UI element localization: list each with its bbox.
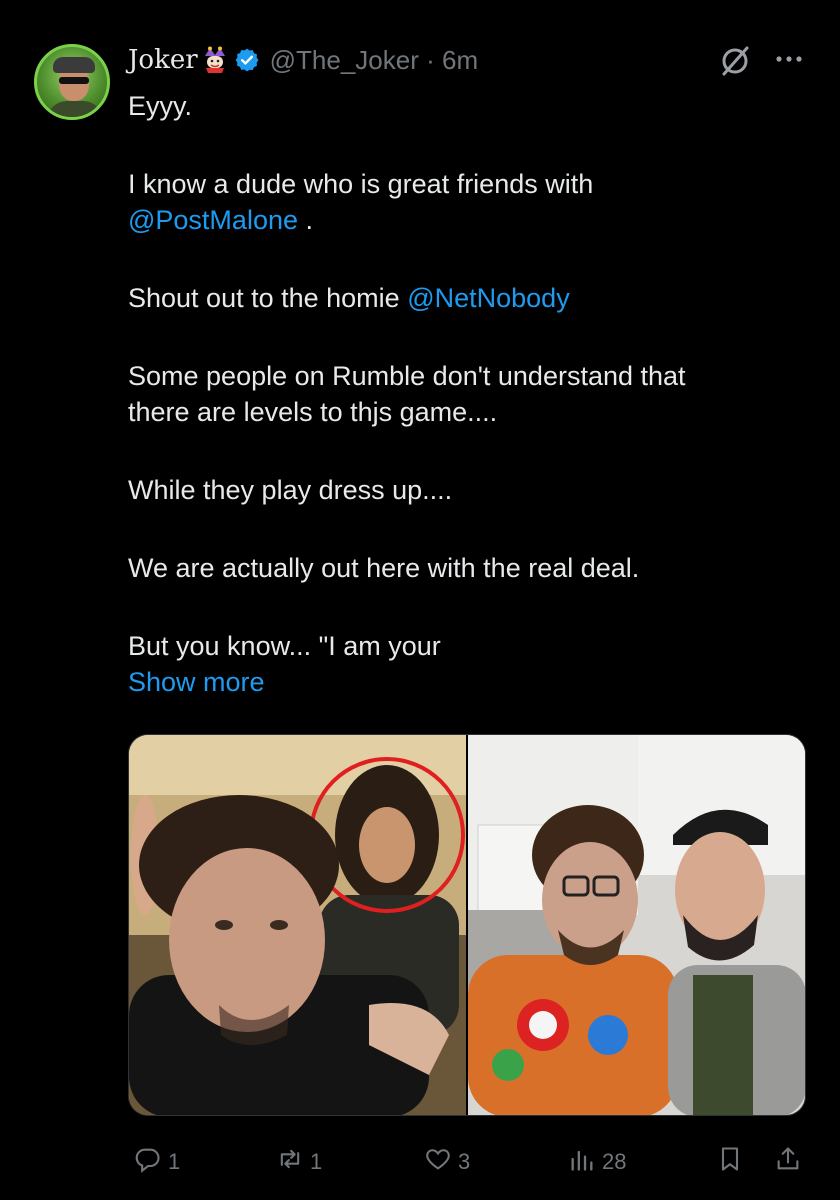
avatar-sunglasses: [59, 77, 89, 84]
post-line: Eyyy.: [128, 91, 193, 121]
avatar-hat: [53, 57, 95, 73]
post-line: Shout out to the homie @NetNobody: [128, 280, 818, 316]
post-line: there are levels to thjs game....: [128, 397, 498, 427]
views-button[interactable]: 28: [568, 1140, 626, 1184]
repost-count: 1: [310, 1149, 323, 1174]
line-text: Shout out to the homie: [128, 283, 408, 313]
photo-left[interactable]: [129, 735, 466, 1115]
author-avatar[interactable]: [34, 44, 110, 120]
grok-icon[interactable]: [718, 44, 752, 78]
reply-count: 1: [168, 1149, 181, 1174]
post-body: Eyyy. I know a dude who is great friends…: [128, 88, 818, 700]
avatar-shirt: [47, 101, 103, 117]
bookmark-button[interactable]: [716, 1140, 744, 1184]
separator-dot: ·: [426, 44, 435, 75]
post-time[interactable]: 6m: [442, 45, 478, 75]
like-count: 3: [458, 1149, 471, 1174]
photo-right[interactable]: [468, 735, 805, 1115]
show-more-link[interactable]: Show more: [128, 664, 818, 700]
share-button[interactable]: [774, 1140, 802, 1184]
post-line: We are actually out here with the real d…: [128, 553, 640, 583]
views-count: 28: [602, 1149, 627, 1174]
media-grid: [128, 734, 806, 1116]
verified-badge-icon: [234, 47, 260, 73]
author-handle[interactable]: @The_Joker · 6m: [270, 45, 479, 76]
post-line: I know a dude who is great friends with: [128, 169, 594, 199]
repost-button[interactable]: 1: [276, 1140, 322, 1184]
heart-icon: [424, 1145, 452, 1179]
post-line: @PostMalone .: [128, 202, 818, 238]
post-line: But you know... "I am your: [128, 631, 441, 661]
handle-text: @The_Joker: [269, 44, 419, 75]
share-icon: [774, 1145, 802, 1179]
repost-icon: [276, 1145, 304, 1179]
mention-netnobody[interactable]: @NetNobody: [407, 283, 570, 313]
punctuation: .: [298, 205, 314, 235]
like-button[interactable]: 3: [424, 1140, 470, 1184]
post-line: While they play dress up....: [128, 475, 453, 505]
jester-emoji-icon: [202, 46, 228, 74]
author-name[interactable]: Joker: [128, 45, 198, 75]
reply-button[interactable]: 1: [134, 1140, 180, 1184]
views-icon: [568, 1145, 596, 1179]
reply-icon: [134, 1145, 162, 1179]
more-icon[interactable]: [772, 44, 806, 74]
bookmark-icon: [716, 1145, 744, 1179]
post-header: Joker @The_Joker · 6m: [128, 40, 478, 80]
action-bar: 1 1 3 28: [0, 1140, 840, 1184]
mention-postmalone[interactable]: @PostMalone: [128, 205, 298, 235]
post-line: Some people on Rumble don't understand t…: [128, 361, 686, 391]
